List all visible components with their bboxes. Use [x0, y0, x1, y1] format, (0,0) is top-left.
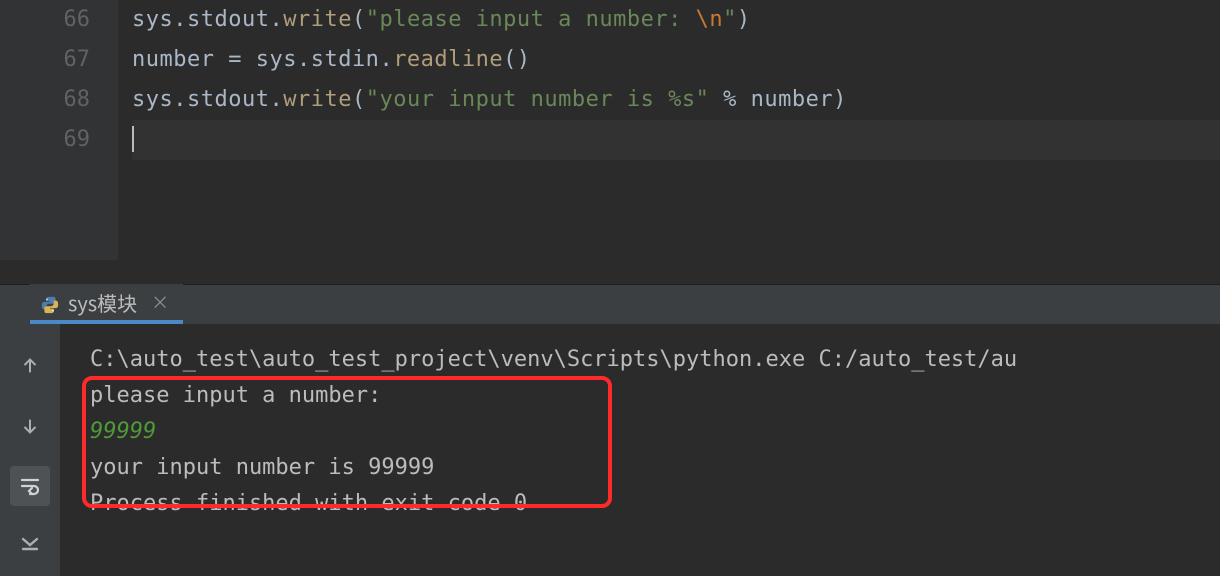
- console-output[interactable]: C:\auto_test\auto_test_project\venv\Scri…: [60, 324, 1220, 576]
- code-line[interactable]: sys.stdout.write("your input number is %…: [132, 80, 1220, 120]
- console-line: please input a number:: [90, 378, 1220, 414]
- close-icon[interactable]: ×: [151, 289, 169, 315]
- console-line: Process finished with exit code 0: [90, 486, 1220, 522]
- line-number: 67: [0, 40, 118, 80]
- line-number: 68: [0, 80, 118, 120]
- scroll-down-button[interactable]: [10, 406, 50, 446]
- scroll-up-button[interactable]: [10, 346, 50, 386]
- run-console: C:\auto_test\auto_test_project\venv\Scri…: [0, 324, 1220, 576]
- line-number: 66: [0, 0, 118, 40]
- console-toolbar: [0, 324, 60, 576]
- run-tool-tabs: sys模块 ×: [0, 284, 1220, 324]
- console-line: your input number is 99999: [90, 450, 1220, 486]
- console-line: 99999: [90, 414, 1220, 450]
- code-line[interactable]: [132, 120, 1220, 160]
- code-line[interactable]: sys.stdout.write("please input a number:…: [132, 0, 1220, 40]
- soft-wrap-button[interactable]: [10, 466, 50, 506]
- run-tab-label: sys模块: [68, 288, 137, 317]
- python-icon: [40, 292, 60, 312]
- editor-spacer: [0, 260, 1220, 284]
- code-line[interactable]: number = sys.stdin.readline(): [132, 40, 1220, 80]
- code-editor[interactable]: 66676869 sys.stdout.write("please input …: [0, 0, 1220, 260]
- scroll-to-end-button[interactable]: [10, 522, 50, 562]
- console-line: C:\auto_test\auto_test_project\venv\Scri…: [90, 342, 1220, 378]
- code-area[interactable]: sys.stdout.write("please input a number:…: [118, 0, 1220, 260]
- run-tab-sys[interactable]: sys模块 ×: [30, 284, 183, 324]
- line-number-gutter: 66676869: [0, 0, 118, 260]
- line-number: 69: [0, 120, 118, 160]
- text-caret: [132, 126, 134, 152]
